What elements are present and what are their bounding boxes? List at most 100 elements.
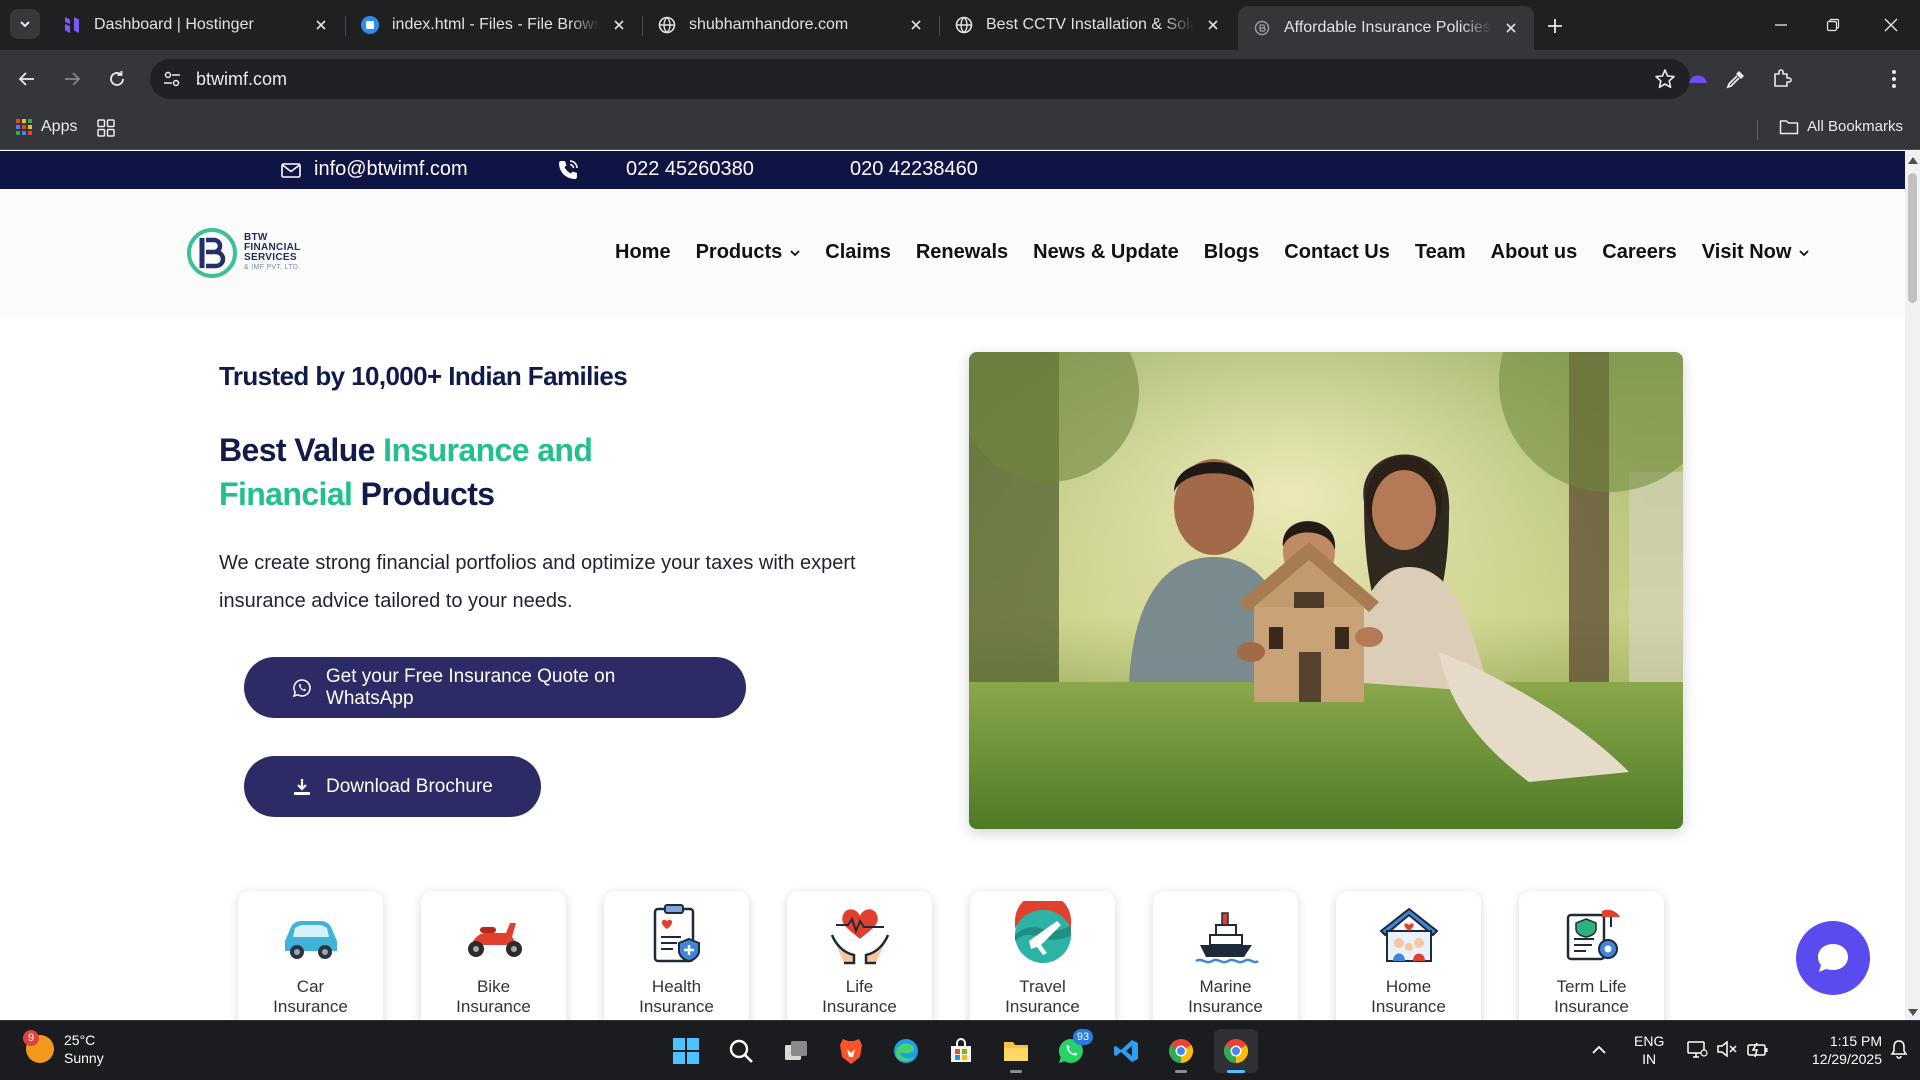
topbar-email[interactable]: info@btwimf.com: [280, 158, 468, 181]
new-tab-button[interactable]: [1541, 12, 1569, 40]
site-header: BTW FINANCIAL SERVICES & IMF PVT. LTD. H…: [0, 189, 1905, 317]
topbar-phone-icon-wrap: [556, 158, 580, 182]
product-card-home[interactable]: Home Insurance: [1336, 891, 1481, 1020]
site-settings-icon[interactable]: [162, 69, 182, 89]
scroll-up-arrow-icon[interactable]: [1908, 157, 1918, 164]
forward-button[interactable]: [56, 63, 88, 95]
minimize-button[interactable]: [1761, 10, 1801, 40]
chrome-app-active[interactable]: [1214, 1029, 1258, 1073]
product-card-car[interactable]: Car Insurance: [238, 891, 383, 1020]
nav-about-us[interactable]: About us: [1491, 241, 1578, 264]
plus-icon: [1548, 19, 1562, 33]
nav-claims[interactable]: Claims: [825, 241, 891, 264]
bookmark-apps[interactable]: Apps: [15, 118, 77, 136]
extensions-button[interactable]: [1767, 64, 1797, 94]
nav-contact-us[interactable]: Contact Us: [1284, 241, 1390, 264]
eyedropper-button[interactable]: [1721, 64, 1751, 94]
language-indicator[interactable]: ENG IN: [1634, 1032, 1664, 1068]
hero-title: Best Value Insurance and Financial Produ…: [219, 432, 593, 512]
file-explorer-app[interactable]: [994, 1029, 1038, 1073]
tab-hostinger[interactable]: Dashboard | Hostinger: [48, 8, 344, 42]
chat-widget-button[interactable]: [1796, 921, 1870, 995]
close-icon[interactable]: [1500, 17, 1522, 39]
page-scrollbar[interactable]: [1905, 151, 1920, 1020]
network-status[interactable]: [1686, 1039, 1708, 1059]
phone-1-text: 022 45260380: [626, 158, 754, 180]
download-brochure-label: Download Brochure: [326, 775, 493, 797]
task-view-button[interactable]: [774, 1029, 818, 1073]
heart-hands-icon: [830, 909, 889, 965]
tab-cctv[interactable]: Best CCTV Installation & Solar P: [940, 8, 1236, 42]
address-bar[interactable]: btwimf.com: [150, 59, 1690, 99]
clock[interactable]: 1:15 PM 12/29/2025: [1788, 1032, 1882, 1068]
nav-blogs[interactable]: Blogs: [1204, 241, 1260, 264]
volume-muted-icon: [1717, 1040, 1737, 1058]
product-label: Life Insurance: [822, 977, 897, 1016]
scrollbar-thumb[interactable]: [1908, 173, 1917, 303]
notifications-button[interactable]: [1890, 1039, 1908, 1059]
product-card-health[interactable]: Health Insurance: [604, 891, 749, 1020]
chevron-down-icon: [1799, 250, 1810, 257]
medical-report-icon: [653, 904, 700, 963]
tab-search-button[interactable]: [10, 9, 40, 39]
battery-status[interactable]: [1746, 1039, 1770, 1059]
weather-widget[interactable]: 9 25°C Sunny: [23, 1030, 104, 1067]
close-icon[interactable]: [608, 14, 630, 36]
vscode-icon: [1114, 1040, 1138, 1062]
volume-status[interactable]: [1716, 1039, 1738, 1059]
product-card-term-life[interactable]: Term Life Insurance: [1519, 891, 1664, 1020]
tab-shubhamhandore[interactable]: shubhamhandore.com: [643, 8, 939, 42]
url-text: btwimf.com: [196, 69, 288, 89]
folder-icon: [1779, 119, 1799, 134]
restore-button[interactable]: [1813, 10, 1853, 40]
vscode-app[interactable]: [1104, 1029, 1148, 1073]
extension-button[interactable]: [1683, 64, 1713, 94]
close-icon[interactable]: [905, 14, 927, 36]
download-brochure-button[interactable]: Download Brochure: [244, 756, 541, 817]
product-label: Marine Insurance: [1188, 977, 1263, 1016]
product-label: Car Insurance: [273, 977, 348, 1016]
chrome-app[interactable]: [1159, 1029, 1203, 1073]
nav-news-update[interactable]: News & Update: [1033, 241, 1179, 264]
topbar-phone-2[interactable]: 020 42238460: [850, 158, 978, 181]
reload-button[interactable]: [101, 63, 133, 95]
nav-products[interactable]: Products: [696, 241, 801, 264]
product-card-marine[interactable]: Marine Insurance: [1153, 891, 1298, 1020]
reload-icon: [110, 71, 124, 86]
product-card-life[interactable]: Life Insurance: [787, 891, 932, 1020]
close-icon[interactable]: [310, 14, 332, 36]
tab-file-browser[interactable]: index.html - Files - File Browser: [346, 8, 642, 42]
whatsapp-app[interactable]: 93: [1049, 1029, 1093, 1073]
start-button[interactable]: [664, 1029, 708, 1073]
product-card-bike[interactable]: Bike Insurance: [421, 891, 566, 1020]
windows-logo-icon: [673, 1038, 699, 1064]
back-button[interactable]: [11, 63, 43, 95]
nav-renewals[interactable]: Renewals: [916, 241, 1008, 264]
tab-insurance-active[interactable]: Affordable Insurance Policies – B: [1238, 6, 1534, 50]
nav-team[interactable]: Team: [1415, 241, 1466, 264]
browser-menu-button[interactable]: [1879, 64, 1909, 94]
show-hidden-icons-button[interactable]: [1590, 1033, 1608, 1059]
tab-groups-button[interactable]: [96, 118, 116, 138]
bookmark-star-icon[interactable]: [1654, 68, 1676, 90]
whatsapp-quote-button[interactable]: Get your Free Insurance Quote on WhatsAp…: [244, 657, 746, 718]
site-logo[interactable]: BTW FINANCIAL SERVICES & IMF PVT. LTD.: [186, 225, 316, 281]
nav-home[interactable]: Home: [615, 241, 671, 264]
search-button[interactable]: [719, 1029, 763, 1073]
tab-groups-icon: [97, 119, 115, 137]
brave-browser-app[interactable]: [829, 1029, 873, 1073]
edge-browser-app[interactable]: [884, 1029, 928, 1073]
topbar-phone-1[interactable]: 022 45260380: [626, 158, 754, 181]
tab-title: Best CCTV Installation & Solar P: [986, 16, 1194, 33]
product-card-travel[interactable]: Travel Insurance: [970, 891, 1115, 1020]
running-indicator: [1010, 1070, 1022, 1073]
close-icon[interactable]: [1202, 14, 1224, 36]
all-bookmarks-button[interactable]: All Bookmarks: [1779, 118, 1903, 135]
close-window-button[interactable]: [1871, 10, 1911, 40]
tab-title: shubhamhandore.com: [689, 16, 849, 33]
microsoft-store-app[interactable]: [939, 1029, 983, 1073]
nav-visit-now[interactable]: Visit Now: [1702, 241, 1810, 264]
whatsapp-quote-label: Get your Free Insurance Quote on WhatsAp…: [325, 665, 616, 709]
scroll-down-arrow-icon[interactable]: [1908, 1009, 1918, 1016]
nav-careers[interactable]: Careers: [1602, 241, 1677, 264]
